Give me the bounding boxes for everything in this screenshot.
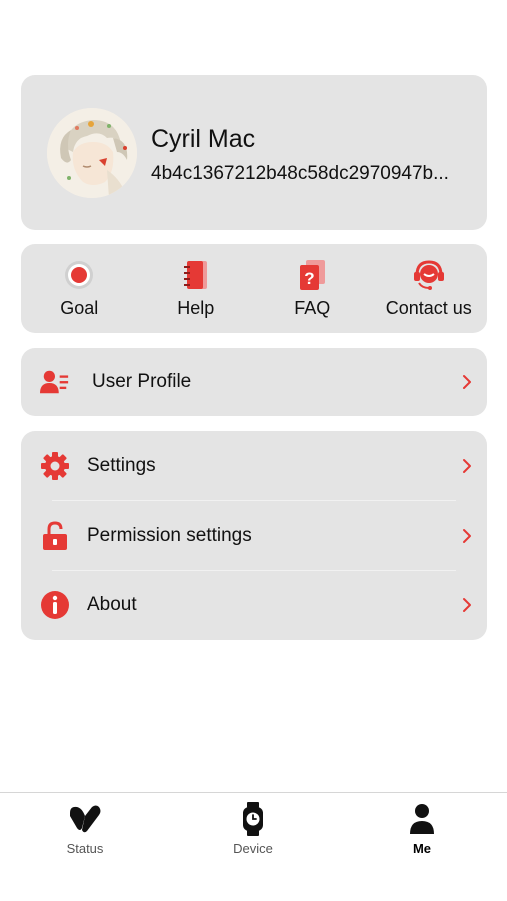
- watch-icon: [243, 802, 263, 836]
- status-icon: [70, 805, 101, 833]
- chevron-right-icon: [463, 598, 471, 613]
- quick-actions-card: Goal Help ? FAQ Contact us: [21, 244, 487, 333]
- settings-row[interactable]: Settings: [21, 431, 487, 501]
- permission-settings-row[interactable]: Permission settings: [21, 501, 487, 571]
- about-label: About: [87, 594, 137, 616]
- person-icon: [410, 804, 434, 834]
- chevron-right-icon: [463, 528, 471, 543]
- profile-user-id: 4b4c1367212b48c58dc2970947b...: [151, 163, 449, 184]
- help-label: Help: [177, 298, 215, 318]
- goal-button[interactable]: Goal: [21, 244, 138, 333]
- faq-icon: ?: [300, 260, 326, 290]
- avatar[interactable]: [47, 108, 137, 198]
- tab-status-label: Status: [66, 841, 104, 856]
- goal-label: Goal: [60, 298, 99, 318]
- user-profile-icon: [40, 370, 69, 394]
- profile-card[interactable]: Cyril Mac 4b4c1367212b48c58dc2970947b...: [21, 75, 487, 230]
- goal-icon: [65, 261, 94, 289]
- profile-name: Cyril Mac: [151, 125, 256, 153]
- chevron-right-icon: [463, 375, 471, 389]
- lock-icon: [43, 521, 67, 550]
- contact-us-button[interactable]: Contact us: [371, 244, 488, 333]
- tab-device-label: Device: [233, 841, 273, 856]
- faq-button[interactable]: ? FAQ: [254, 244, 371, 333]
- info-icon: [41, 591, 69, 620]
- permission-settings-label: Permission settings: [87, 524, 252, 546]
- user-profile-row[interactable]: User Profile: [21, 348, 487, 416]
- menu-card-primary: User Profile: [21, 348, 487, 416]
- faq-label: FAQ: [294, 298, 331, 318]
- settings-label: Settings: [87, 454, 156, 476]
- about-row[interactable]: About: [21, 570, 487, 640]
- help-book-icon: [183, 261, 207, 289]
- tab-me-label: Me: [412, 841, 432, 856]
- gear-icon: [41, 451, 69, 480]
- tab-status[interactable]: Status: [25, 801, 145, 856]
- tab-me[interactable]: Me: [362, 801, 482, 856]
- svg-text:?: ?: [305, 269, 315, 288]
- user-profile-label: User Profile: [92, 371, 192, 392]
- headset-icon: [413, 260, 444, 290]
- chevron-right-icon: [463, 458, 471, 473]
- contact-us-label: Contact us: [385, 298, 472, 318]
- tab-device[interactable]: Device: [193, 801, 313, 856]
- help-button[interactable]: Help: [138, 244, 255, 333]
- menu-card-secondary: Settings Permission settings About: [21, 431, 487, 640]
- tab-bar: Status Device Me: [0, 792, 507, 901]
